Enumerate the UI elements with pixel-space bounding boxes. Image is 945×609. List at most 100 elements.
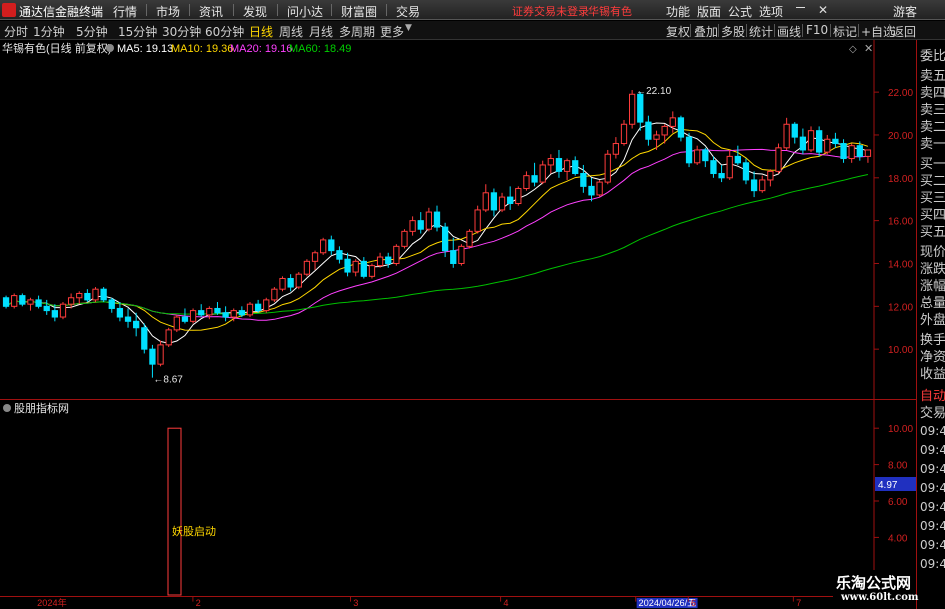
y-tick-label: 22.00 [888, 88, 913, 99]
candlestick-chart[interactable]: 22.00 20.00 18.00 16.00 14.00 12.00 10.00 ←22.… [0, 40, 916, 400]
y-tick-label: 14.00 [888, 259, 913, 270]
candle-body [84, 292, 91, 301]
candle [563, 158, 571, 180]
candle [157, 340, 164, 367]
y-tick-label: 18.00 [888, 174, 913, 185]
candle [775, 143, 782, 174]
indicator-settings-icon[interactable] [3, 404, 11, 412]
candle-body [848, 145, 855, 160]
draw-line-button[interactable]: 画线 [777, 23, 801, 40]
period-tab-weekly[interactable]: 周线 [279, 23, 303, 40]
f10-button[interactable]: F10 [806, 23, 828, 37]
menu-quotes[interactable]: 行情 [113, 3, 137, 20]
candle-body [783, 123, 790, 149]
candle-body [515, 188, 522, 205]
menu-market[interactable]: 市场 [156, 3, 180, 20]
candle [694, 145, 701, 165]
minimize-icon[interactable] [796, 7, 805, 8]
menu-news[interactable]: 资讯 [199, 3, 223, 20]
menu-layout[interactable]: 版面 [697, 3, 721, 20]
period-tab-15min[interactable]: 15分钟 [118, 23, 157, 40]
menu-options[interactable]: 选项 [759, 3, 783, 20]
menu-discover[interactable]: 发现 [243, 3, 267, 20]
period-tab-intraday[interactable]: 分时 [4, 23, 28, 40]
mark-button[interactable]: 标记 [833, 23, 857, 40]
multi-stock-button[interactable]: 多股 [721, 23, 745, 40]
period-toolbar: 分时 1分钟 5分钟 15分钟 30分钟 60分钟 日线 周线 月线 多周期 更… [0, 21, 945, 40]
candle-body [507, 196, 514, 205]
candle [173, 314, 180, 333]
candle [547, 154, 554, 174]
tab-trades[interactable]: 交易 [920, 402, 945, 421]
close-panel-icon[interactable]: ✕ [864, 42, 873, 55]
period-tab-5min[interactable]: 5分钟 [76, 23, 108, 40]
period-tab-multi[interactable]: 多周期 [339, 23, 375, 40]
candle [263, 297, 270, 313]
candle-body [157, 344, 164, 365]
diamond-icon[interactable]: ◇ [849, 44, 857, 55]
adjust-button[interactable]: 复权 [666, 23, 690, 40]
top-menu-bar: 通达信金融终端 行情 市场 资讯 发现 问小达 财富圈 交易 证券交易未登录 华… [0, 0, 945, 20]
candle-body [165, 329, 172, 346]
trade-login-notice[interactable]: 证券交易未登录 [512, 3, 589, 19]
candle-body [433, 211, 441, 228]
candle [59, 302, 67, 320]
stats-button[interactable]: 统计 [749, 23, 773, 40]
candle-body [458, 245, 465, 264]
chevron-down-icon[interactable]: ▼ [405, 23, 412, 33]
settings-dot-icon[interactable] [106, 44, 114, 52]
back-button[interactable]: 返回 [892, 23, 916, 40]
candle [783, 117, 790, 150]
menu-wealth-circle[interactable]: 财富圈 [341, 3, 377, 20]
candle [189, 308, 197, 324]
y-tick-label: 20.00 [888, 131, 913, 142]
menu-formula[interactable]: 公式 [728, 3, 752, 20]
candle [198, 304, 205, 318]
candle [750, 171, 758, 198]
indicator-chart[interactable]: 10.008.006.004.002.00 股朋指标网 妖股启动 4.97 [0, 400, 916, 596]
candle-body [864, 149, 872, 157]
candle-body [352, 260, 359, 273]
candle-body [328, 239, 335, 252]
current-stock-name: 华锡有色 [588, 5, 632, 18]
candle-body [677, 117, 685, 138]
high-price-marker: ←22.10 [636, 86, 671, 97]
candle-body [750, 179, 758, 192]
menu-function[interactable]: 功能 [666, 3, 690, 20]
candle [336, 246, 343, 264]
candle-body [474, 209, 481, 232]
candle-body [254, 303, 262, 312]
y-tick-label: 10.00 [888, 345, 913, 356]
candle-body [287, 277, 294, 288]
menu-trade[interactable]: 交易 [396, 3, 420, 20]
label-bid5: 买五 [920, 225, 945, 240]
overlay-button[interactable]: 叠加 [694, 23, 718, 40]
period-tab-more[interactable]: 更多 [380, 23, 404, 40]
candle [84, 289, 91, 303]
quote-side-panel: 委比 卖五 卖四 卖三 卖二 卖一 买一 买二 买三 买四 买五 现价 涨跌 涨… [916, 40, 945, 609]
candle [726, 149, 733, 180]
candle [596, 179, 603, 198]
trade-time: 09:4 [920, 462, 945, 476]
guest-user[interactable]: 游客 [893, 3, 917, 20]
candle [320, 237, 327, 255]
close-icon[interactable]: ✕ [818, 3, 828, 17]
candle [328, 235, 335, 255]
ma10-label: MA10: 19.36 [171, 43, 233, 55]
trade-time: 09:4 [920, 481, 945, 495]
candle [43, 299, 50, 315]
menu-ask-xiaoda[interactable]: 问小达 [287, 3, 323, 20]
period-tab-1min[interactable]: 1分钟 [33, 23, 65, 40]
candle [376, 252, 384, 268]
candle-body [116, 307, 124, 318]
candle-body [409, 220, 416, 232]
date-label: 6 [691, 598, 696, 608]
period-tab-60min[interactable]: 60分钟 [205, 23, 244, 40]
period-tab-daily[interactable]: 日线 [249, 23, 273, 40]
period-tab-30min[interactable]: 30分钟 [162, 23, 201, 40]
candle [539, 160, 546, 185]
candle [165, 327, 172, 348]
period-tab-monthly[interactable]: 月线 [309, 23, 333, 40]
candle-body [685, 136, 693, 164]
candle-body [612, 143, 620, 155]
